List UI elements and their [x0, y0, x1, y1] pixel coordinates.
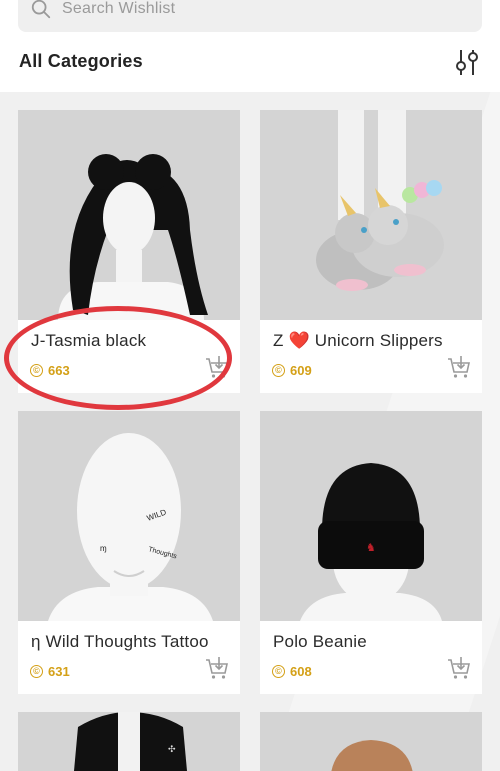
slippers-preview-image	[260, 110, 482, 320]
svg-text:✣: ✣	[168, 745, 176, 755]
svg-text:♞: ♞	[366, 541, 376, 554]
item-price: © 609	[272, 363, 312, 378]
add-to-cart-icon[interactable]	[204, 355, 230, 381]
hair-preview-image	[18, 110, 240, 320]
item-card[interactable]: J-Tasmia black © 663	[18, 110, 240, 393]
item-card[interactable]: WILD ɱ Thoughts η Wild Thoughts Tattoo ©…	[18, 411, 240, 694]
jacket-preview-image: ✣	[18, 712, 240, 771]
item-card[interactable]: Z ❤️ Unicorn Slippers © 609	[260, 110, 482, 393]
item-thumbnail[interactable]	[260, 110, 482, 320]
item-card[interactable]: ✣	[18, 712, 240, 771]
svg-text:ɱ: ɱ	[100, 544, 107, 553]
item-name[interactable]: Polo Beanie	[273, 632, 367, 652]
robux-coin-icon: ©	[272, 665, 285, 678]
item-thumbnail[interactable]: ♞	[260, 411, 482, 621]
item-name[interactable]: η Wild Thoughts Tattoo	[31, 632, 209, 652]
item-thumbnail[interactable]	[18, 110, 240, 320]
robux-coin-icon: ©	[30, 364, 43, 377]
search-input[interactable]: Search Wishlist	[62, 0, 175, 18]
price-value: 663	[48, 363, 70, 378]
add-to-cart-icon[interactable]	[204, 656, 230, 682]
robux-coin-icon: ©	[272, 364, 285, 377]
filter-sliders-icon[interactable]	[452, 47, 482, 77]
price-value: 609	[290, 363, 312, 378]
tattoo-preview-image: WILD ɱ Thoughts	[18, 411, 240, 621]
item-card[interactable]: ♞ Polo Beanie © 608	[260, 411, 482, 694]
item-name[interactable]: J-Tasmia black	[31, 331, 146, 351]
search-icon	[31, 0, 51, 19]
item-name[interactable]: Z ❤️ Unicorn Slippers	[273, 331, 443, 351]
item-thumbnail[interactable]	[260, 712, 482, 771]
robux-coin-icon: ©	[30, 665, 43, 678]
item-price: © 608	[272, 664, 312, 679]
item-price: © 663	[30, 363, 70, 378]
search-bar[interactable]: Search Wishlist	[18, 0, 482, 32]
add-to-cart-icon[interactable]	[446, 355, 472, 381]
add-to-cart-icon[interactable]	[446, 656, 472, 682]
price-value: 631	[48, 664, 70, 679]
price-value: 608	[290, 664, 312, 679]
top-bar: Search Wishlist All Categories	[0, 0, 500, 92]
item-price: © 631	[30, 664, 70, 679]
item-thumbnail[interactable]: WILD ɱ Thoughts	[18, 411, 240, 621]
item-thumbnail[interactable]: ✣	[18, 712, 240, 771]
page-title: All Categories	[19, 51, 143, 71]
beanie-preview-image: ♞	[260, 411, 482, 621]
hat-preview-image	[260, 712, 482, 771]
item-card[interactable]	[260, 712, 482, 771]
